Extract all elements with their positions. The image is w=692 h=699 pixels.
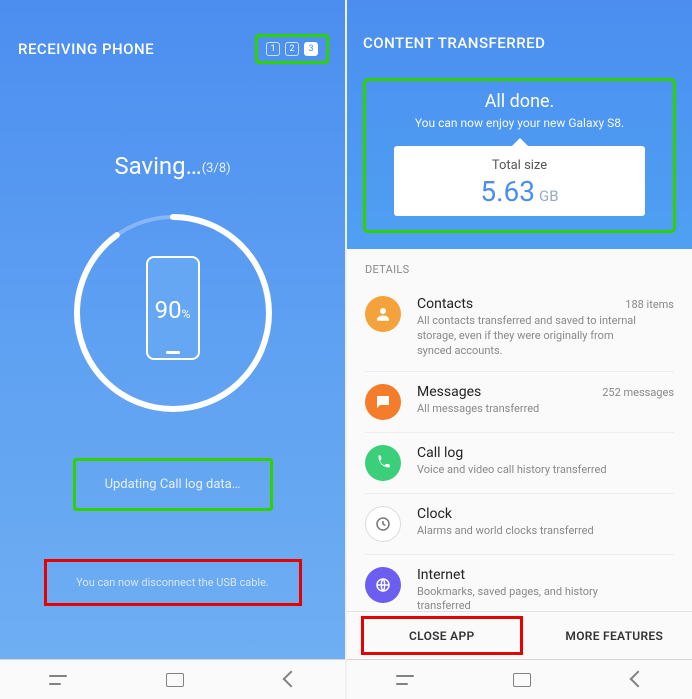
step-3: 3: [304, 42, 318, 56]
total-size-card: Total size 5.63GB: [394, 146, 645, 216]
list-item[interactable]: Clock Alarms and world clocks transferre…: [365, 494, 674, 555]
item-sub: All contacts transferred and saved to in…: [417, 314, 637, 359]
content-header: CONTENT TRANSFERRED: [363, 34, 676, 52]
item-sub: Alarms and world clocks transferred: [417, 524, 637, 539]
clock-icon: [365, 506, 401, 542]
disconnect-hint: You can now disconnect the USB cable.: [44, 559, 302, 606]
internet-icon: [365, 567, 401, 603]
recents-icon[interactable]: [396, 673, 416, 687]
done-title: All done.: [374, 91, 665, 112]
right-screen: CONTENT TRANSFERRED All done. You can no…: [347, 0, 692, 699]
saving-label: Saving…: [114, 152, 201, 180]
step-indicator: 1 2 3: [255, 34, 329, 64]
saving-count: (3/8): [202, 161, 231, 176]
item-sub: Voice and video call history transferred: [417, 463, 637, 478]
item-title: Clock: [417, 506, 452, 522]
bottom-actions: CLOSE APP MORE FEATURES: [347, 611, 692, 659]
summary-block: All done. You can now enjoy your new Gal…: [363, 78, 676, 233]
home-icon[interactable]: [513, 673, 531, 687]
status-message: Updating Call log data…: [73, 458, 273, 511]
item-title: Call log: [417, 445, 463, 461]
header-title: RECEIVING PHONE: [18, 40, 154, 58]
saving-status: Saving…(3/8): [0, 152, 345, 180]
list-item[interactable]: Contacts 188 items All contacts transferr…: [365, 284, 674, 372]
item-title: Internet: [417, 567, 465, 583]
item-title: Messages: [417, 384, 481, 400]
progress-ring: 90%: [68, 208, 278, 418]
left-screen: RECEIVING PHONE 1 2 3 Saving…(3/8) 90% U…: [0, 0, 345, 699]
item-meta: 252 messages: [602, 386, 674, 399]
messages-icon: [365, 384, 401, 420]
home-icon[interactable]: [166, 673, 184, 687]
step-1: 1: [266, 42, 280, 56]
close-app-button[interactable]: CLOSE APP: [361, 616, 523, 655]
step-2: 2: [285, 42, 299, 56]
details-label: DETAILS: [347, 249, 692, 284]
item-meta: 188 items: [625, 298, 674, 311]
right-header-area: CONTENT TRANSFERRED All done. You can no…: [347, 0, 692, 249]
back-icon[interactable]: [628, 672, 644, 688]
done-subtitle: You can now enjoy your new Galaxy S8.: [374, 116, 665, 130]
left-header: RECEIVING PHONE 1 2 3: [0, 0, 345, 64]
calllog-icon: [365, 445, 401, 481]
item-sub: All messages transferred: [417, 402, 637, 417]
total-size-value: 5.63GB: [404, 175, 635, 208]
list-item[interactable]: Messages 252 messages All messages transf…: [365, 372, 674, 433]
android-navbar-right: [347, 659, 692, 699]
more-features-button[interactable]: MORE FEATURES: [537, 612, 692, 659]
item-sub: Bookmarks, saved pages, and history tran…: [417, 585, 637, 615]
progress-percent: 90%: [68, 296, 278, 324]
back-icon[interactable]: [281, 672, 297, 688]
android-navbar-left: [0, 659, 345, 699]
list-item[interactable]: Call log Voice and video call history tr…: [365, 433, 674, 494]
contacts-icon: [365, 296, 401, 332]
item-title: Contacts: [417, 296, 473, 312]
total-size-label: Total size: [404, 158, 635, 173]
recents-icon[interactable]: [49, 673, 69, 687]
